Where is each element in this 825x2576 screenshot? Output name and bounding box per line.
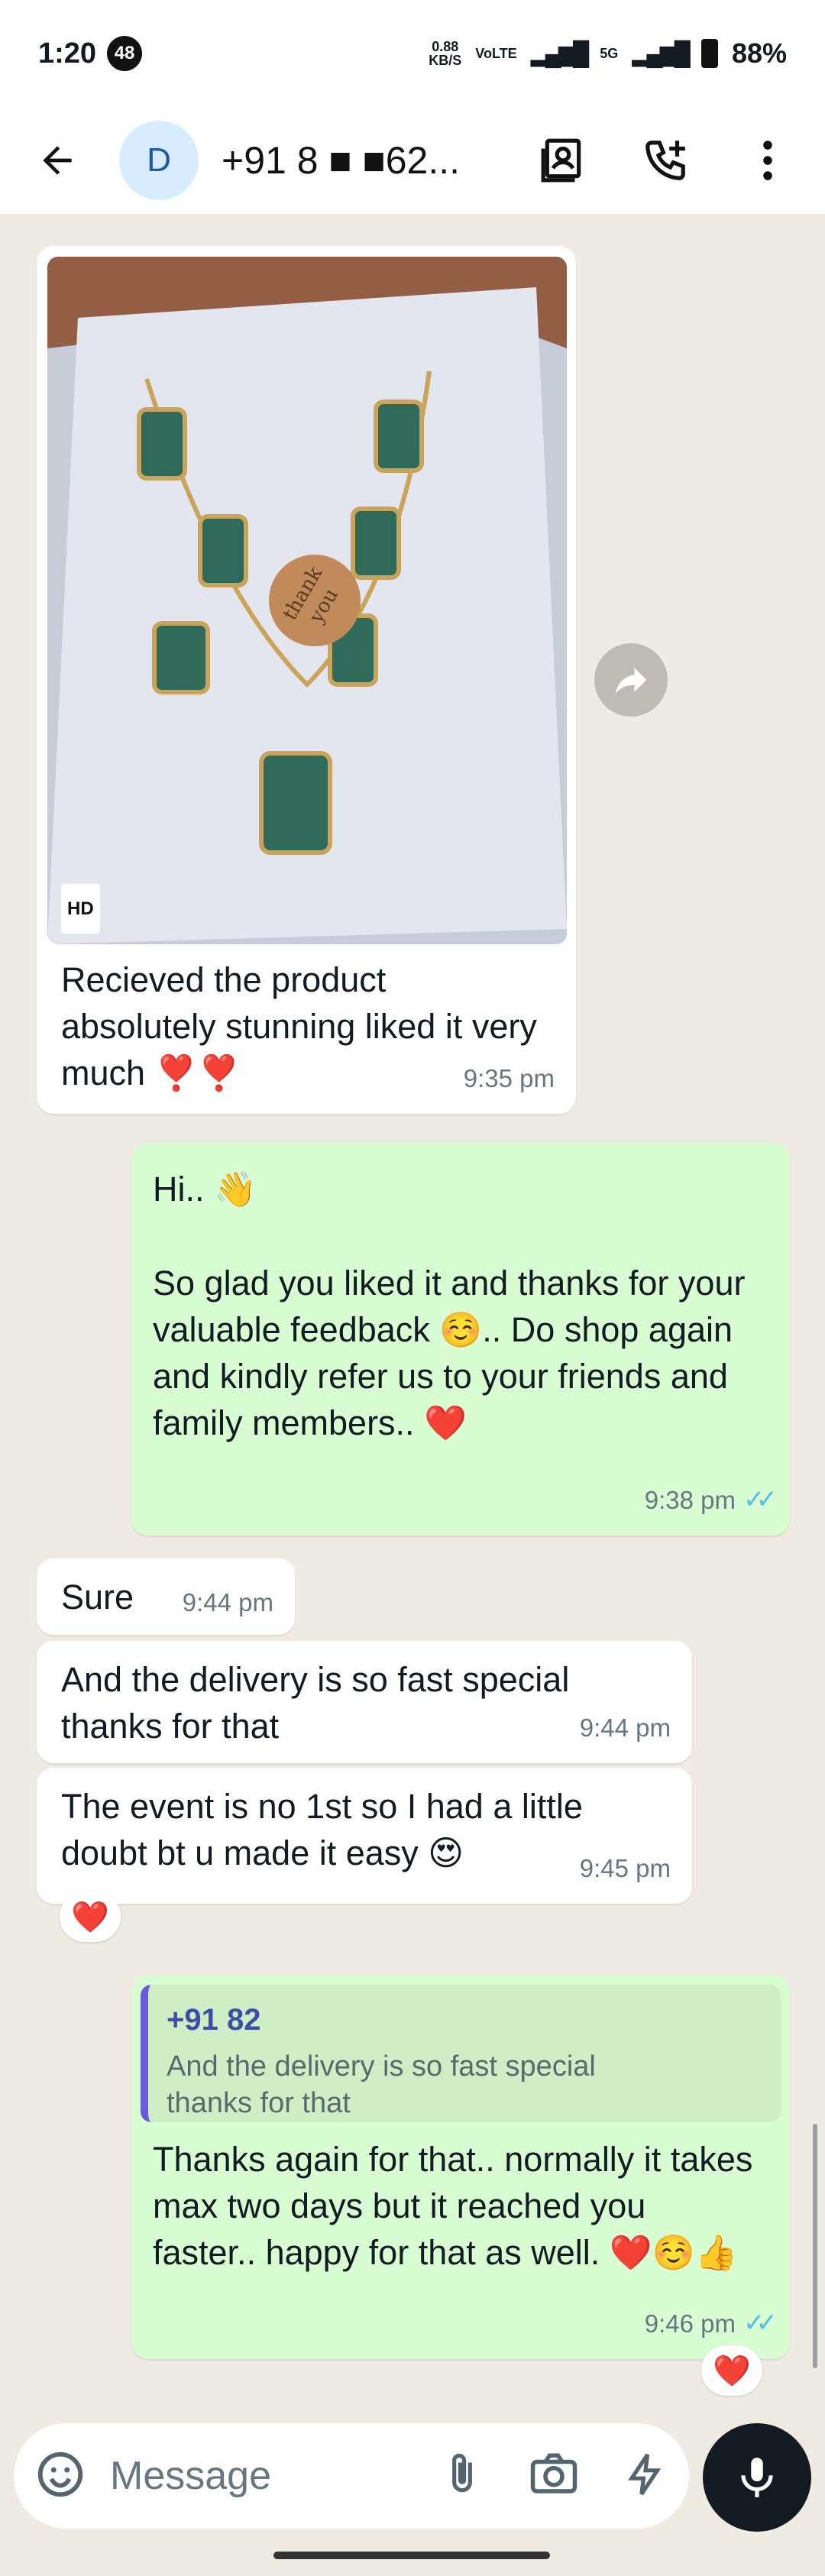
message-text: And the delivery is so fast special than… [61,1660,570,1746]
more-vertical-icon [763,141,772,180]
message-bubble-incoming[interactable]: thank you HD Recieved the product absolu… [37,246,576,1114]
lightning-icon [628,2453,662,2495]
status-bar: 1:20 48 0.88 KB/S VoLTE ▂▄▆█ 5G ▂▄▆█ 88% [0,0,825,107]
message-reaction[interactable]: ❤️ [701,2345,762,2396]
message-bubble-outgoing[interactable]: +91 82 And the delivery is so fast speci… [131,1976,790,2359]
message-text: Thanks again for that.. normally it take… [153,2140,753,2272]
sticker-icon [37,2451,83,2497]
quick-reply-button[interactable] [622,2451,669,2502]
chat-header: D +91 8 ■ ■62... [0,107,825,214]
quote-text: And the delivery is so fast special than… [167,2050,596,2119]
battery-level: 88% [731,37,787,69]
voice-message-button[interactable] [703,2423,811,2532]
message-bubble-incoming[interactable]: The event is no 1st so I had a little do… [37,1768,692,1904]
message-input[interactable]: Message [110,2453,271,2499]
message-time: 9:38 pm ✓✓ [645,1477,778,1523]
more-options-button[interactable] [733,126,802,195]
forward-button[interactable] [594,643,668,717]
notification-count-badge: 48 [107,36,143,71]
message-bubble-incoming[interactable]: And the delivery is so fast special than… [37,1641,692,1763]
read-receipt-icon: ✓✓ [743,2309,778,2338]
clock: 1:20 [38,37,97,70]
add-call-button[interactable] [631,126,700,195]
message-time: 9:35 pm [463,1064,555,1092]
battery-icon [700,39,718,68]
message-time: 9:44 pm [182,1588,273,1616]
read-receipt-icon: ✓✓ [743,1485,778,1514]
microphone-icon [741,2458,773,2497]
network-speed: 0.88 KB/S [429,39,462,68]
contact-card-button[interactable] [529,126,597,195]
message-greeting: Hi.. 👋 [153,1170,257,1209]
product-photo[interactable]: thank you HD [47,257,567,944]
back-button[interactable] [23,126,92,195]
forward-icon [615,668,647,694]
signal-icon: ▂▄▆█ [530,40,590,66]
camera-icon [530,2453,578,2493]
attach-button[interactable] [438,2451,486,2502]
network-type: 5G [600,46,619,61]
necklace-image: thank you [47,257,567,944]
quoted-message[interactable]: +91 82 And the delivery is so fast speci… [141,1985,781,2122]
message-bubble-outgoing[interactable]: Hi.. 👋 So glad you liked it and thanks f… [131,1143,790,1536]
message-time: 9:46 pm ✓✓ [645,2300,778,2347]
back-arrow-icon [43,146,72,175]
camera-button[interactable] [529,2449,579,2503]
message-composer[interactable]: Message [14,2423,689,2529]
paperclip-icon [452,2453,472,2492]
volte-indicator: VoLTE [475,46,517,61]
scrollbar[interactable] [813,2124,817,2368]
message-bubble-incoming[interactable]: Sure 9:44 pm [37,1558,295,1635]
message-text: The event is no 1st so I had a little do… [61,1787,583,1872]
signal-icon-2: ▂▄▆█ [632,40,691,66]
message-time: 9:44 pm [579,1714,671,1742]
emoji-button[interactable] [34,2448,87,2505]
contact-name[interactable]: +91 8 ■ ■62... [222,138,460,183]
phone-plus-icon [645,141,685,180]
hd-badge: HD [61,884,100,934]
avatar[interactable]: D [119,121,199,200]
gesture-navigation-bar[interactable] [273,2552,550,2559]
quote-author: +91 82 [167,2003,261,2037]
message-reaction[interactable]: ❤️ [60,1892,121,1942]
message-text: So glad you liked it and thanks for your… [153,1264,746,1442]
message-time: 9:45 pm [579,1854,671,1882]
chat-area: thank you HD Recieved the product absolu… [0,214,825,2399]
contact-card-icon [541,138,581,183]
